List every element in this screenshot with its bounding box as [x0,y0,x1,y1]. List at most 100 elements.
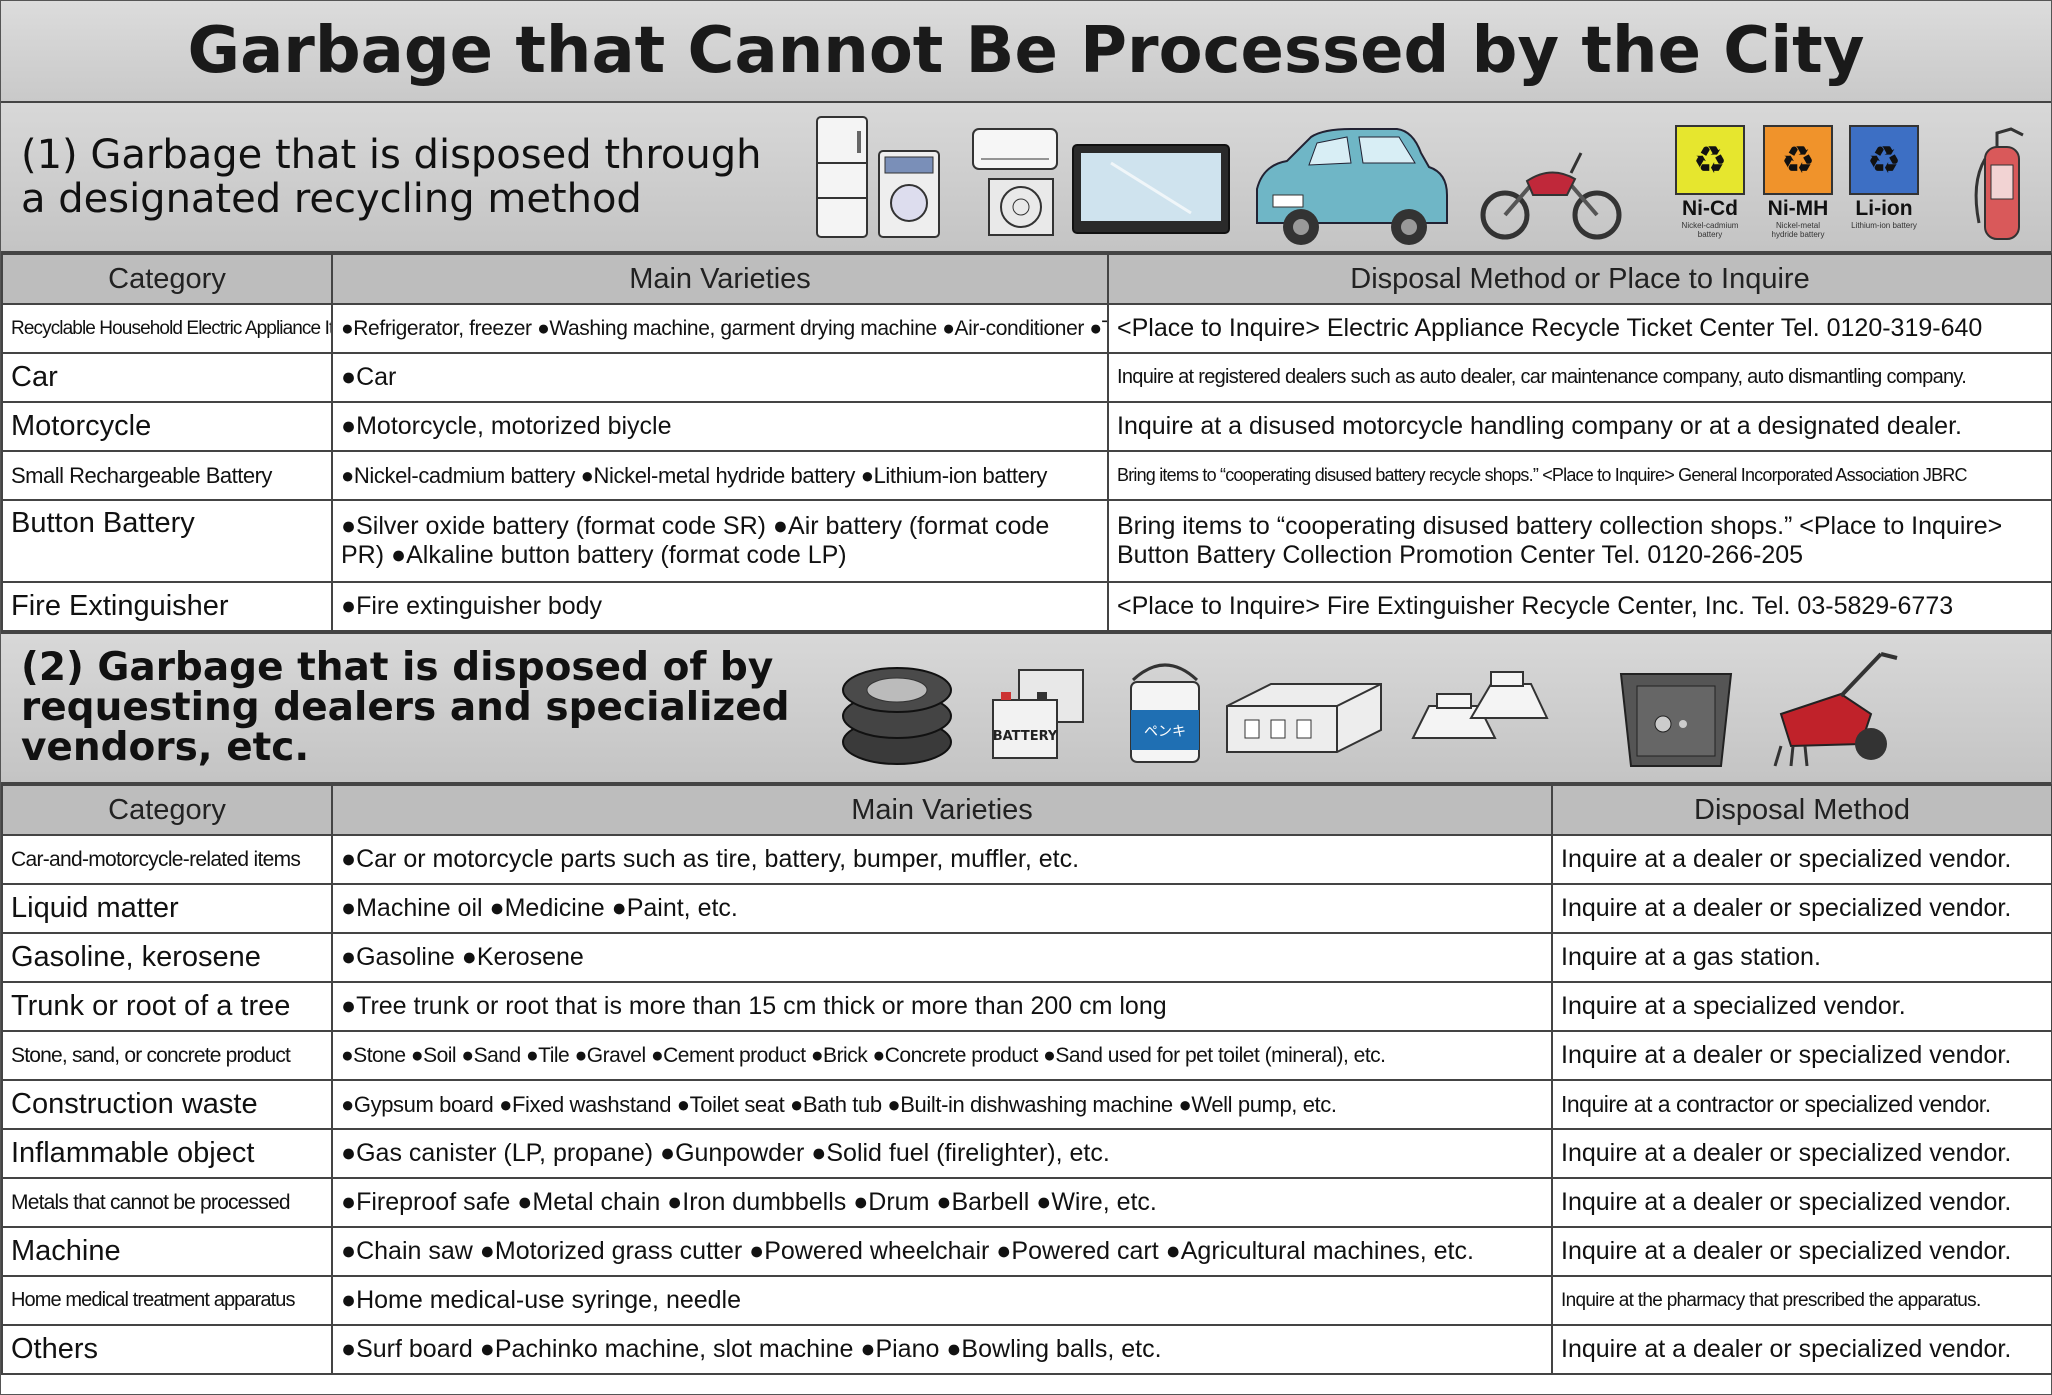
category-cell: Button Battery [1,499,333,583]
table-row: Small Rechargeable Battery ●Nickel-cadmi… [1,450,2052,501]
disposal-cell: Inquire at a dealer or specialized vendo… [1551,1030,2052,1081]
battery-label: BATTERY [993,729,1058,744]
varieties-cell: ●Chain saw ●Motorized grass cutter ●Powe… [331,1226,1553,1277]
disposal-cell: Inquire at a dealer or specialized vendo… [1551,834,2052,885]
header-disposal-method: Disposal Method [1551,784,2052,836]
recycle-icon: ♻ [1849,125,1919,195]
section2-table-header-row: Category Main Varieties Disposal Method [1,784,2052,836]
concrete-block-icon [1226,683,1382,753]
table-row: Liquid matter ●Machine oil ●Medicine ●Pa… [1,883,2052,934]
table-row: Car-and-motorcycle-related items ●Car or… [1,834,2052,885]
varieties-cell: ●Car or motorcycle parts such as tire, b… [331,834,1553,885]
header-main-varieties: Main Varieties [331,784,1553,836]
section2-table: Category Main Varieties Disposal Method … [1,784,2052,1375]
header-main-varieties: Main Varieties [331,253,1109,305]
table-row: Motorcycle ●Motorcycle, motorized biycle… [1,401,2052,452]
ni-mh-label: Ni-MH [1767,197,1829,220]
disposal-cell: Inquire at a dealer or specialized vendo… [1551,883,2052,934]
varieties-cell: ●Car [331,352,1109,403]
table-row: Construction waste ●Gypsum board ●Fixed … [1,1079,2052,1130]
title-bar: Garbage that Cannot Be Processed by the … [1,1,2051,103]
category-cell: Gasoline, kerosene [1,932,333,983]
varieties-cell: ●Motorcycle, motorized biycle [331,401,1109,452]
disposal-cell: Inquire at the pharmacy that prescribed … [1551,1275,2052,1326]
disposal-cell: Inquire at a dealer or specialized vendo… [1551,1128,2052,1179]
category-cell: Car-and-motorcycle-related items [1,834,333,885]
section2-heading: (2) Garbage that is disposed of by reque… [21,648,821,768]
varieties-cell: ●Gypsum board ●Fixed washstand ●Toilet s… [331,1079,1553,1130]
varieties-cell: ●Silver oxide battery (format code SR) ●… [331,499,1109,583]
table-row: Recyclable Household Electric Appliance … [1,303,2052,354]
varieties-cell: ●Nickel-cadmium battery ●Nickel-metal hy… [331,450,1109,501]
disposal-cell: Inquire at a dealer or specialized vendo… [1551,1177,2052,1228]
table-row: Metals that cannot be processed ●Firepro… [1,1177,2052,1228]
header-disposal-method: Disposal Method or Place to Inquire [1107,253,2052,305]
category-cell: Car [1,352,333,403]
disposal-cell: Bring items to “cooperating disused batt… [1107,450,2052,501]
varieties-cell: ●Fireproof safe ●Metal chain ●Iron dumbb… [331,1177,1553,1228]
paint-label: ペンキ [1144,724,1186,740]
section1-heading-line2: a designated recycling method [21,176,642,222]
category-cell: Liquid matter [1,883,333,934]
varieties-cell: ●Gas canister (LP, propane) ●Gunpowder ●… [331,1128,1553,1179]
ni-cd-sub: Nickel-cadmium battery [1681,221,1739,239]
tire-icon [842,667,952,765]
disposal-cell: Inquire at a dealer or specialized vendo… [1551,1226,2052,1277]
disposal-cell: Inquire at a disused motorcycle handling… [1107,401,2052,452]
ni-mh-badge: ♻ Ni-MH Nickel-metal hydride battery [1763,125,1833,239]
fire-extinguisher-icon [1974,127,2024,240]
car-battery-icon: BATTERY [992,669,1084,759]
section1-table-header-row: Category Main Varieties Disposal Method … [1,253,2052,305]
table-row: Button Battery ●Silver oxide battery (fo… [1,499,2052,583]
cultivator-icon [1773,652,1898,767]
table-row: Fire Extinguisher ●Fire extinguisher bod… [1,581,2052,632]
varieties-cell: ●Fire extinguisher body [331,581,1109,632]
section2-header: (2) Garbage that is disposed of by reque… [1,632,2051,784]
refrigerator-icon [816,116,868,238]
car-icon [1256,128,1448,245]
category-cell: Machine [1,1226,333,1277]
page-title: Garbage that Cannot Be Processed by the … [187,14,1865,88]
header-category: Category [1,784,333,836]
li-ion-label: Li-ion [1855,197,1913,220]
disposal-cell: Inquire at registered dealers such as au… [1107,352,2052,403]
category-cell: Trunk or root of a tree [1,981,333,1032]
disposal-cell: Inquire at a gas station. [1551,932,2052,983]
header-category: Category [1,253,333,305]
table-row: Gasoline, kerosene ●Gasoline ●Kerosene I… [1,932,2052,983]
category-cell: Home medical treatment apparatus [1,1275,333,1326]
air-conditioner-icon [972,128,1058,236]
table-row: Machine ●Chain saw ●Motorized grass cutt… [1,1226,2052,1277]
section1-header: (1) Garbage that is disposed through a d… [1,103,2051,253]
table-row: Car ●Car Inquire at registered dealers s… [1,352,2052,403]
varieties-cell: ●Refrigerator, freezer ●Washing machine,… [331,303,1109,354]
category-cell: Metals that cannot be processed [1,1177,333,1228]
page: Garbage that Cannot Be Processed by the … [0,0,2052,1395]
ni-cd-badge: ♻ Ni-Cd Nickel-cadmium battery [1675,125,1745,239]
category-cell: Fire Extinguisher [1,581,333,632]
recycle-icon: ♻ [1763,125,1833,195]
washing-machine-icon [878,150,940,238]
category-cell: Stone, sand, or concrete product [1,1030,333,1081]
vendor-illustrations: BATTERY ペンキ [842,652,1898,767]
section1-heading-line1: (1) Garbage that is disposed through [21,132,762,178]
disposal-cell: <Place to Inquire> Electric Appliance Re… [1107,303,2052,354]
category-cell: Others [1,1324,333,1375]
table-row: Others ●Surf board ●Pachinko machine, sl… [1,1324,2052,1375]
table-row: Inflammable object ●Gas canister (LP, pr… [1,1128,2052,1179]
category-cell: Motorcycle [1,401,333,452]
ni-cd-label: Ni-Cd [1682,197,1738,220]
tv-icon [1072,144,1230,234]
table-row: Home medical treatment apparatus ●Home m… [1,1275,2052,1326]
li-ion-sub: Lithium-ion battery [1851,221,1917,230]
ni-mh-sub: Nickel-metal hydride battery [1771,221,1825,239]
category-cell: Recyclable Household Electric Appliance … [1,303,333,354]
concrete-weight-icon [1411,671,1549,739]
varieties-cell: ●Home medical-use syringe, needle [331,1275,1553,1326]
safe-icon [1619,673,1733,767]
disposal-cell: Bring items to “cooperating disused batt… [1107,499,2052,583]
section2-heading-line1: (2) Garbage that is disposed of by [21,645,774,690]
category-cell: Inflammable object [1,1128,333,1179]
varieties-cell: ●Stone ●Soil ●Sand ●Tile ●Gravel ●Cement… [331,1030,1553,1081]
category-cell: Construction waste [1,1079,333,1130]
